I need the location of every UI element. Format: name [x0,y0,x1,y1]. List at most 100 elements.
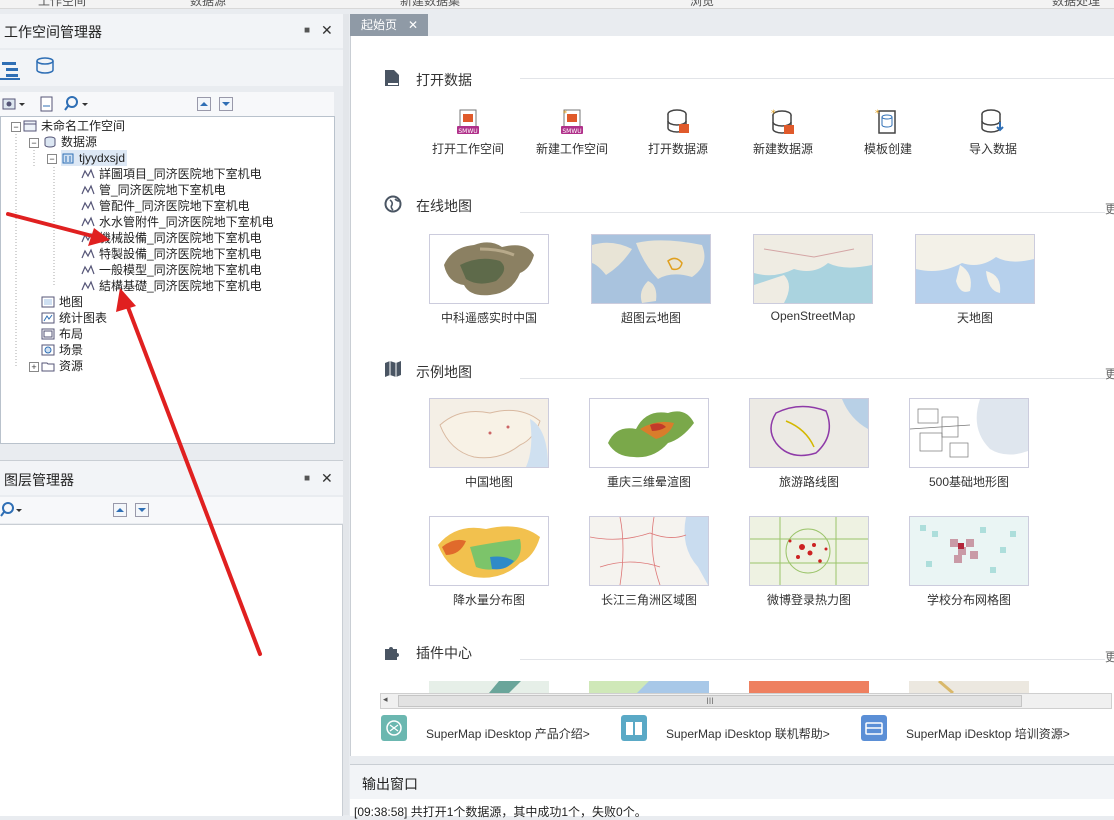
view-options-icon[interactable] [2,96,26,112]
tree-dataset-item[interactable]: 結構基礎_同济医院地下室机电 [81,278,262,294]
more-sample-maps-link[interactable]: 更 [1105,365,1114,382]
scrollbar-thumb[interactable]: III [398,695,1022,707]
pin-icon[interactable]: ■ [304,25,310,36]
plugin-thumbnail[interactable] [589,681,709,693]
move-down-button[interactable] [219,97,233,111]
map-thumbnail [429,516,549,586]
sample-map-card[interactable]: 降水量分布图 [429,516,549,608]
search-icon[interactable] [64,96,90,112]
database-new-icon: * [769,108,797,136]
sample-map-card[interactable]: 长江三角洲区域图 [589,516,709,608]
line-dataset-icon [81,248,95,259]
database-open-icon [664,108,692,136]
action-label: 导入数据 [968,142,1017,156]
close-icon[interactable]: ✕ [408,14,418,36]
tree-dataset-item[interactable]: 特製設備_同济医院地下室机电 [81,246,262,262]
ribbon-label[interactable]: 新建数据集 [400,0,460,8]
move-up-button[interactable] [197,97,211,111]
online-map-card[interactable]: 天地图 [915,234,1035,326]
tree-workspace-root[interactable]: 未命名工作空间 [23,118,125,134]
tree-dataset-item[interactable]: 管配件_同济医院地下室机电 [81,198,250,214]
new-datasource-button[interactable]: * 新建数据源 [738,108,828,157]
workspace-icon [23,120,37,132]
tree-dataset-item[interactable]: 水水管附件_同济医院地下室机电 [81,214,274,230]
ribbon-label[interactable]: 工作空间 [38,0,86,8]
tree-label: 機械設備_同济医院地下室机电 [99,231,262,245]
tree-scenes[interactable]: 场景 [41,342,83,358]
tree-dataset-item[interactable]: 機械設備_同济医院地下室机电 [81,230,262,246]
template-create-button[interactable]: * 模板创建 [843,108,933,157]
scroll-left-icon[interactable]: ◂ [383,694,388,705]
online-help-link[interactable]: SuperMap iDesktop 联机帮助> [666,725,830,742]
new-workspace-button[interactable]: * SMWU 新建工作空间 [527,108,617,157]
tree-charts[interactable]: 统计图表 [41,310,107,326]
sample-map-card[interactable]: 微博登录热力图 [749,516,869,608]
move-up-button[interactable] [113,503,127,517]
training-resources-icon[interactable] [861,715,887,741]
expand-toggle[interactable]: − [29,138,39,148]
close-icon[interactable]: ✕ [321,22,333,39]
sample-map-card[interactable]: 500基础地形图 [909,398,1029,490]
more-plugins-link[interactable]: 更 [1105,648,1114,665]
tab-start-page[interactable]: 起始页 ✕ [350,14,428,36]
expand-toggle[interactable]: − [47,154,57,164]
tree-layouts[interactable]: 布局 [41,326,83,342]
online-map-card[interactable]: 中科遥感实时中国 [429,234,549,326]
import-data-button[interactable]: 导入数据 [948,108,1038,157]
plugin-thumbnail[interactable] [749,681,869,693]
online-map-card[interactable]: 超图云地图 [591,234,711,326]
ribbon-label[interactable]: 浏览 [690,0,714,8]
panel-splitter[interactable] [343,14,349,815]
expand-toggle[interactable]: + [29,362,39,372]
database-import-icon [979,108,1007,136]
tab-label: 起始页 [361,18,398,32]
more-online-maps-link[interactable]: 更 [1105,200,1114,217]
expand-toggle[interactable]: − [11,122,21,132]
tree-dataset-item[interactable]: 管_同济医院地下室机电 [81,182,226,198]
pin-icon[interactable]: ■ [304,473,310,484]
layer-panel-header: 图层管理器 ■ ✕ [0,460,344,495]
map-label: 微博登录热力图 [766,593,851,607]
tree-label: 未命名工作空间 [41,119,126,133]
online-map-card[interactable]: OpenStreetMap [753,234,873,323]
plugin-thumbnail[interactable] [909,681,1029,693]
datasource-view-icon[interactable] [34,56,56,76]
tree-dataset-item[interactable]: 一般模型_同济医院地下室机电 [81,262,262,278]
sample-map-card[interactable]: 中国地图 [429,398,549,490]
workspace-tree-view-icon[interactable] [0,58,20,80]
output-window: 输出窗口 [09:38:58] 共打开1个数据源，其中成功1个，失败0个。 [350,764,1114,819]
map-label: 天地图 [956,311,993,325]
close-icon[interactable]: ✕ [321,470,333,487]
search-icon[interactable] [0,502,24,518]
ribbon-label[interactable]: 数据源 [190,0,226,8]
tree-maps[interactable]: 地图 [41,294,83,310]
open-datasource-button[interactable]: 打开数据源 [633,108,723,157]
product-intro-link[interactable]: SuperMap iDesktop 产品介绍> [426,725,590,742]
tree-resources[interactable]: 资源 [41,358,83,374]
ribbon-label[interactable]: 数据处理 [1052,0,1100,8]
svg-text:*: * [771,109,776,119]
online-help-icon[interactable] [621,715,647,741]
smwu-open-icon: SMWU [454,108,482,136]
sample-map-card[interactable]: 旅游路线图 [749,398,869,490]
map-book-icon [385,361,401,377]
map-thumbnail [429,398,549,468]
line-dataset-icon [81,264,95,275]
product-intro-icon[interactable] [381,715,407,741]
map-thumbnail [429,234,549,304]
open-file-icon[interactable] [38,96,56,112]
scroll-grip: III [706,696,714,706]
tree-dataset-item[interactable]: 詳圖項目_同济医院地下室机电 [81,166,262,182]
map-thumbnail [591,234,711,304]
sample-map-card[interactable]: 学校分布网格图 [909,516,1029,608]
tree-datasources[interactable]: 数据源 [43,134,97,150]
map-label: 中科遥感实时中国 [440,311,537,325]
plugin-thumbnail[interactable] [429,681,549,693]
open-workspace-button[interactable]: SMWU 打开工作空间 [423,108,513,157]
training-resources-link[interactable]: SuperMap iDesktop 培训资源> [906,725,1070,742]
divider [520,78,1114,79]
tree-label: 数据源 [61,135,98,149]
move-down-button[interactable] [135,503,149,517]
tree-datasource-item[interactable]: tjyydxsjd [61,150,128,166]
sample-map-card[interactable]: 重庆三维晕渲图 [589,398,709,490]
